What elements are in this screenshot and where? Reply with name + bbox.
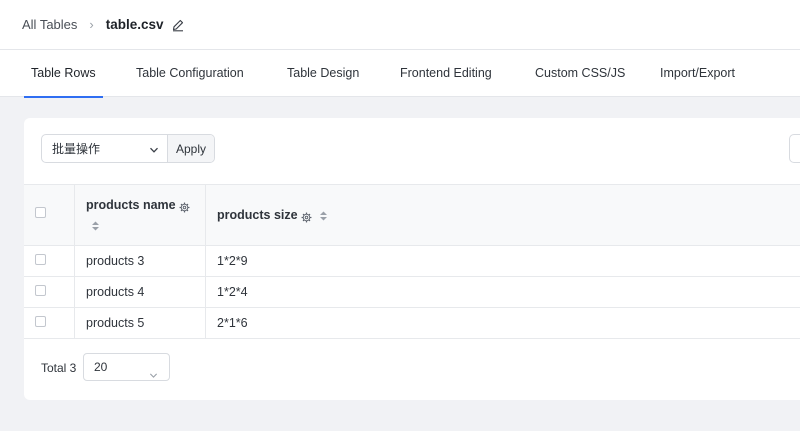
header-products-name: products name	[75, 185, 206, 245]
cell-value: products 3	[86, 254, 145, 268]
row-select-cell	[24, 308, 75, 338]
cell-value: 2*1*6	[217, 316, 248, 330]
sort-icon[interactable]	[319, 209, 328, 221]
products-name-cell[interactable]: products 4	[75, 277, 206, 307]
table-row: products 4 1*2*4	[24, 277, 800, 308]
breadcrumb: All Tables › table.csv	[0, 0, 800, 50]
tab-frontend-editing[interactable]: Frontend Editing	[400, 50, 492, 97]
chevron-down-icon	[149, 144, 159, 154]
page-title: table.csv	[105, 17, 164, 32]
tab-custom-css-js[interactable]: Custom CSS/JS	[535, 50, 625, 97]
table-row: products 3 1*2*9	[24, 246, 800, 277]
row-checkbox[interactable]	[35, 316, 46, 327]
tab-bar: Table Rows Table Configuration Table Des…	[0, 50, 800, 98]
apply-button[interactable]: Apply	[168, 135, 214, 162]
cell-value: 1*2*9	[217, 254, 248, 268]
cell-value: products 5	[86, 316, 145, 330]
table-header-row: products name products size	[24, 184, 800, 246]
table-row: products 5 2*1*6	[24, 308, 800, 339]
row-select-cell	[24, 277, 75, 307]
products-size-cell[interactable]: 1*2*4	[206, 277, 800, 307]
products-name-cell[interactable]: products 3	[75, 246, 206, 276]
breadcrumb-all-tables-link[interactable]: All Tables	[22, 17, 77, 32]
tab-table-rows[interactable]: Table Rows	[24, 50, 103, 98]
row-checkbox[interactable]	[35, 254, 46, 265]
row-select-cell	[24, 246, 75, 276]
sort-icon[interactable]	[91, 219, 100, 231]
search-input[interactable]	[789, 134, 800, 163]
header-select-cell	[24, 185, 75, 245]
tab-table-design[interactable]: Table Design	[287, 50, 359, 97]
page-size-select[interactable]: 20	[83, 353, 170, 381]
tab-import-export[interactable]: Import/Export	[660, 50, 735, 97]
column-header-label: products size	[217, 208, 298, 222]
breadcrumb-separator: ›	[89, 17, 94, 32]
total-count: Total 3	[41, 361, 77, 375]
products-size-cell[interactable]: 1*2*9	[206, 246, 800, 276]
products-size-cell[interactable]: 2*1*6	[206, 308, 800, 338]
table-rows-panel: 批量操作 Apply products name products size p…	[24, 118, 800, 400]
products-name-cell[interactable]: products 5	[75, 308, 206, 338]
cell-value: products 4	[86, 285, 145, 299]
column-header-label: products name	[86, 198, 176, 212]
data-table: products name products size products 3 1…	[24, 184, 800, 339]
gear-icon[interactable]	[179, 200, 190, 212]
pencil-icon[interactable]	[171, 18, 185, 32]
row-checkbox[interactable]	[35, 285, 46, 296]
chevron-down-icon	[149, 363, 158, 378]
bulk-action-select[interactable]: 批量操作	[42, 135, 168, 162]
cell-value: 1*2*4	[217, 285, 248, 299]
gear-icon[interactable]	[301, 210, 312, 222]
header-products-size: products size	[206, 185, 800, 245]
page-size-value: 20	[94, 360, 108, 374]
bulk-action-value: 批量操作	[52, 142, 101, 156]
bulk-action-group: 批量操作 Apply	[41, 134, 215, 163]
tab-table-configuration[interactable]: Table Configuration	[136, 50, 244, 97]
select-all-checkbox[interactable]	[35, 207, 46, 218]
